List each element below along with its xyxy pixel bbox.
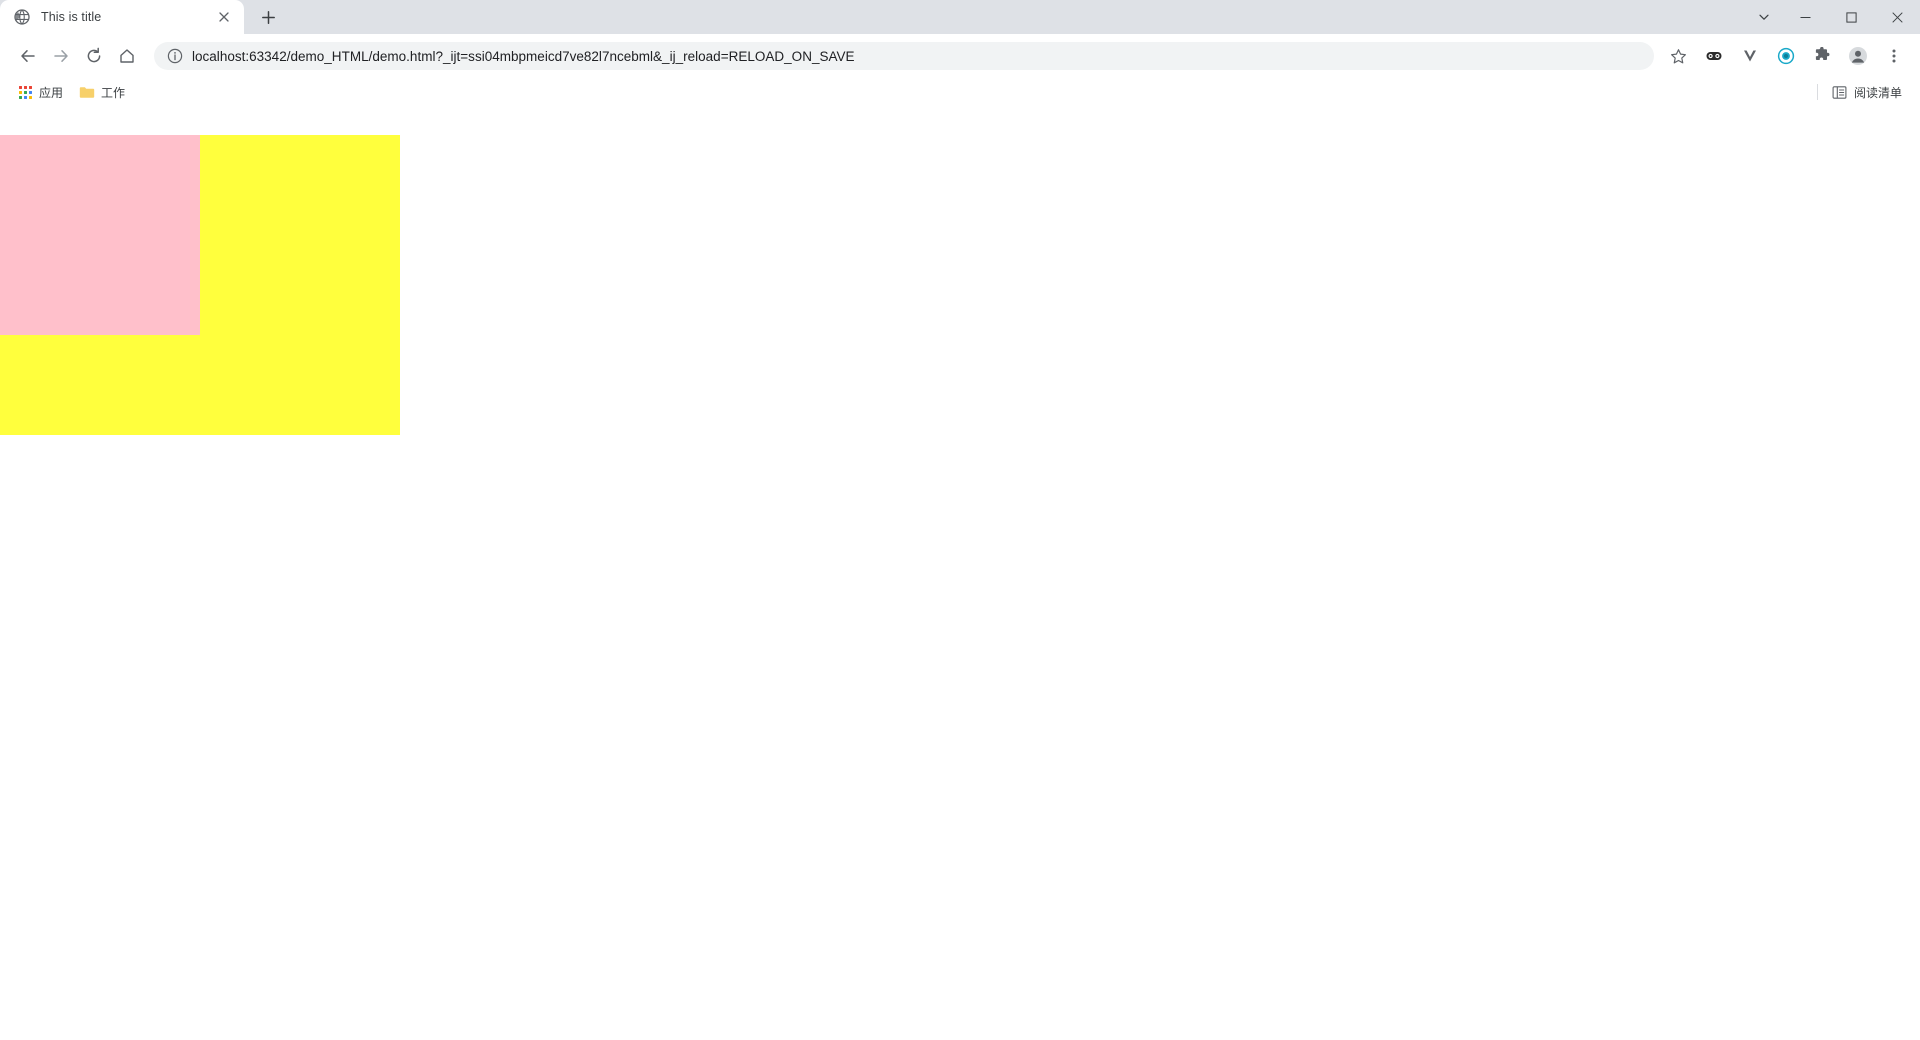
- bookmark-item-work[interactable]: 工作: [72, 81, 132, 103]
- apps-grid-icon: [17, 84, 33, 100]
- divider: [1817, 84, 1818, 100]
- folder-icon: [79, 84, 95, 100]
- forward-button[interactable]: [45, 40, 77, 72]
- reading-list-label: 阅读清单: [1854, 84, 1902, 101]
- vimium-icon[interactable]: [1734, 40, 1766, 72]
- bookmark-item-apps[interactable]: 应用: [10, 81, 70, 103]
- profile-avatar-icon[interactable]: [1842, 40, 1874, 72]
- bookmarks-bar-right: 阅读清单: [1813, 81, 1910, 103]
- bookmark-label: 工作: [101, 84, 125, 101]
- window-controls: [1746, 0, 1920, 34]
- reload-button[interactable]: [78, 40, 110, 72]
- pink-block: [0, 135, 200, 335]
- back-button[interactable]: [12, 40, 44, 72]
- three-dots-menu-icon[interactable]: [1878, 40, 1910, 72]
- home-button[interactable]: [111, 40, 143, 72]
- address-bar-url[interactable]: localhost:63342/demo_HTML/demo.html?_ijt…: [192, 49, 1646, 64]
- bookmark-label: 应用: [39, 84, 63, 101]
- minimize-button[interactable]: [1782, 0, 1828, 34]
- globe-icon: [14, 9, 30, 25]
- puzzle-icon[interactable]: [1806, 40, 1838, 72]
- tab-close-icon[interactable]: [214, 7, 234, 27]
- address-bar[interactable]: localhost:63342/demo_HTML/demo.html?_ijt…: [154, 42, 1654, 70]
- chevron-down-icon[interactable]: [1746, 0, 1782, 34]
- tab-title: This is title: [41, 10, 208, 24]
- maximize-button[interactable]: [1828, 0, 1874, 34]
- page-viewport: [0, 106, 1920, 1040]
- info-circle-icon[interactable]: [166, 48, 183, 65]
- tab-strip: This is title: [0, 0, 1920, 34]
- target-circle-icon[interactable]: [1770, 40, 1802, 72]
- close-window-button[interactable]: [1874, 0, 1920, 34]
- reading-list-icon: [1832, 84, 1848, 100]
- bookmark-star-icon[interactable]: [1662, 40, 1694, 72]
- reading-list-button[interactable]: 阅读清单: [1828, 81, 1910, 103]
- bookmarks-bar: 应用 工作 阅读清单: [0, 78, 1920, 106]
- browser-window: This is title: [0, 0, 1920, 1040]
- browser-toolbar: localhost:63342/demo_HTML/demo.html?_ijt…: [0, 34, 1920, 78]
- dark-reader-icon[interactable]: [1698, 40, 1730, 72]
- new-tab-button[interactable]: [254, 3, 282, 31]
- browser-tab[interactable]: This is title: [0, 0, 244, 34]
